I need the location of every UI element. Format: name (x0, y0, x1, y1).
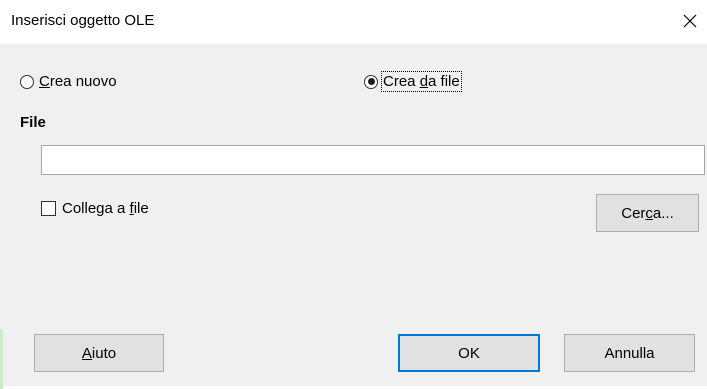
radio-create-new-indicator[interactable] (20, 74, 34, 89)
file-path-input[interactable] (41, 145, 705, 175)
ok-button[interactable]: OK (398, 334, 540, 372)
link-to-file-checkbox-box[interactable] (41, 201, 56, 216)
cancel-button-label: Annulla (604, 344, 655, 362)
radio-create-from-file-label: Crea da file (381, 71, 462, 92)
browse-button[interactable]: Cerca... (596, 194, 699, 232)
file-section-label: File (20, 114, 46, 131)
help-button[interactable]: Aiuto (34, 334, 164, 372)
close-button[interactable] (672, 4, 707, 38)
radio-create-from-file[interactable]: Crea da file (364, 71, 462, 92)
radio-create-from-file-indicator[interactable] (364, 74, 378, 89)
ok-button-label: OK (458, 344, 480, 362)
link-to-file-checkbox[interactable]: Collega a file (41, 200, 149, 217)
cancel-button[interactable]: Annulla (564, 334, 695, 372)
browse-button-label: Cerca... (621, 204, 674, 222)
title-bar: Inserisci oggetto OLE (0, 0, 707, 44)
close-icon (683, 14, 697, 28)
side-accent (0, 329, 3, 389)
link-to-file-label: Collega a file (62, 200, 149, 217)
radio-create-new-label: Crea nuovo (39, 73, 117, 90)
radio-create-new[interactable]: Crea nuovo (20, 73, 117, 90)
dialog-title: Inserisci oggetto OLE (11, 12, 155, 29)
help-button-label: Aiuto (81, 344, 117, 362)
